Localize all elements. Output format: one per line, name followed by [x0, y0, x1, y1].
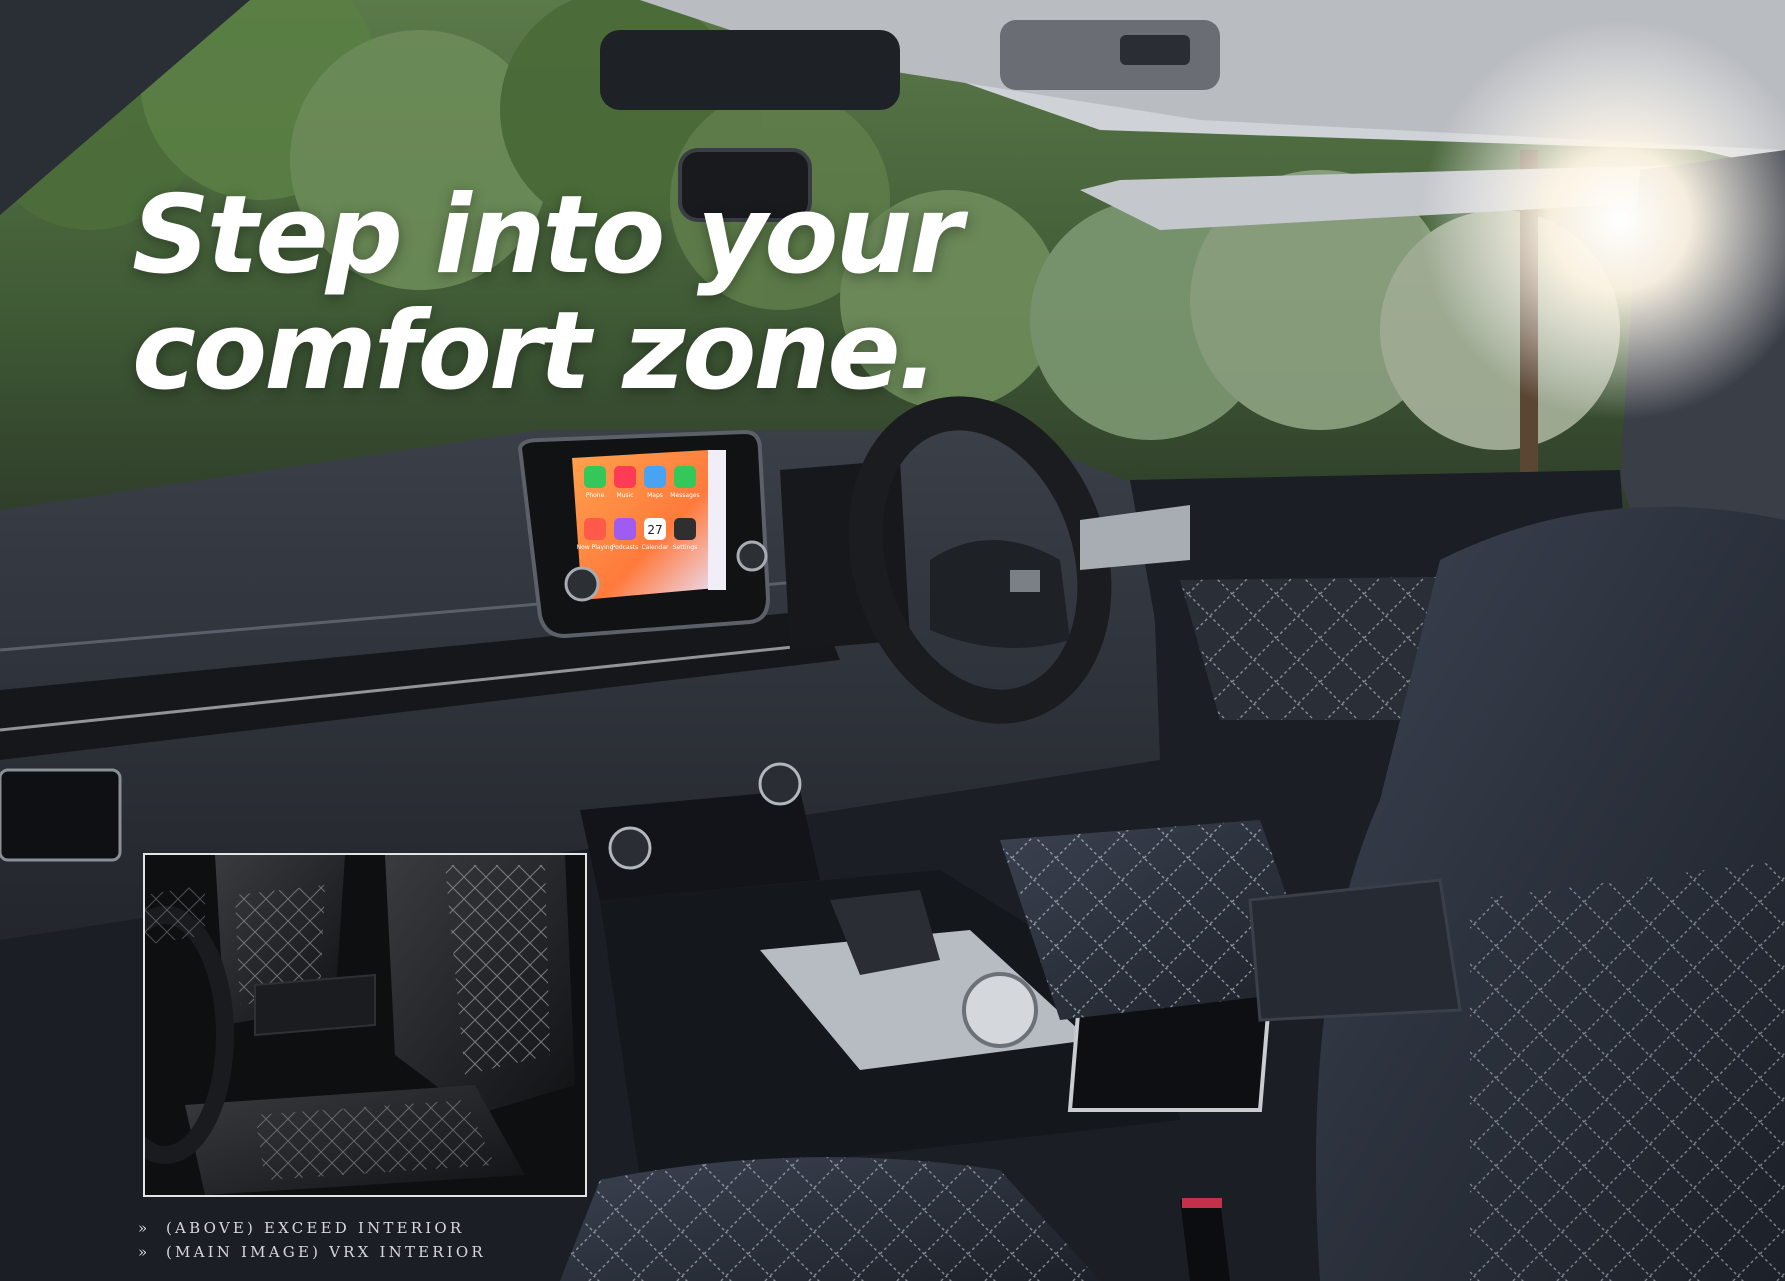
app-icon-settings — [674, 518, 696, 540]
app-icon-maps — [644, 466, 666, 488]
caption-above: » (above) exceed interior — [138, 1216, 486, 1240]
app-label: Maps — [647, 492, 663, 499]
app-icon-podcasts — [614, 518, 636, 540]
exceed-seat-illustration — [145, 855, 585, 1195]
caption-marker: » — [138, 1219, 151, 1237]
inset-seat-photo — [143, 853, 587, 1197]
brochure-page: Phone Music Maps Messages Now Playing Podcast… — [0, 0, 1785, 1281]
app-label: Settings — [673, 544, 698, 551]
headline: Step into your comfort zone. — [132, 173, 963, 414]
caption-marker: » — [138, 1243, 151, 1261]
caption-text: (main image) vrx interior — [166, 1243, 486, 1261]
app-label: Podcasts — [612, 544, 638, 551]
app-label: Phone — [586, 492, 605, 499]
calendar-day-text: 27 — [647, 523, 662, 537]
app-icon-phone — [584, 466, 606, 488]
app-label: Music — [616, 492, 633, 499]
image-captions: » (above) exceed interior » (main image) v… — [138, 1216, 486, 1264]
caption-main-image: » (main image) vrx interior — [138, 1240, 486, 1264]
headline-line-1: Step into your — [132, 173, 963, 298]
app-icon-now-playing — [584, 518, 606, 540]
app-icon-music — [614, 466, 636, 488]
app-label: Calendar — [642, 544, 670, 551]
headline-line-2: comfort zone. — [132, 289, 939, 414]
app-label: Now Playing — [577, 544, 614, 551]
app-label: Messages — [670, 492, 699, 499]
app-icon-messages — [674, 466, 696, 488]
caption-text: (above) exceed interior — [166, 1219, 465, 1237]
